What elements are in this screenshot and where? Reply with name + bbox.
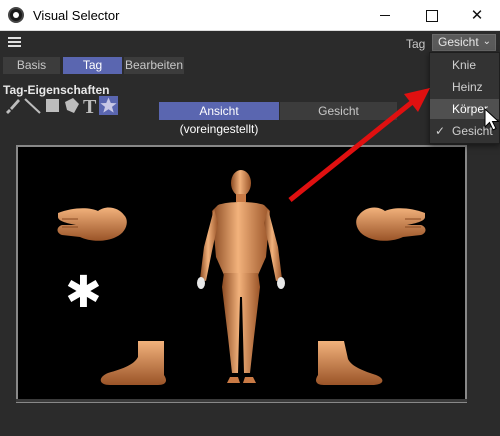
polygon-icon[interactable] — [62, 96, 81, 115]
tag-label: Tag — [406, 37, 426, 51]
text-icon[interactable]: T — [81, 96, 100, 118]
dropdown-item-label: Heinz — [452, 80, 483, 94]
view-face-button[interactable]: Gesicht — [280, 102, 397, 120]
checkmark-icon: ✓ — [435, 124, 446, 138]
dropdown-item-knie[interactable]: Knie — [430, 55, 499, 75]
title-bar: Visual Selector ✕ — [0, 0, 500, 31]
tab-bearbeiten[interactable]: Bearbeiten — [124, 57, 184, 74]
text-icon-glyph: T — [83, 96, 97, 115]
square-icon[interactable] — [43, 96, 62, 115]
right-hand-region[interactable] — [356, 207, 426, 241]
tag-select[interactable]: Gesicht ⌄ — [432, 34, 496, 51]
chevron-down-icon: ⌄ — [482, 36, 491, 47]
plugin-panel: Tag Gesicht ⌄ Basis Tag Bearbeiten Tag-E… — [0, 31, 500, 436]
body-map-canvas[interactable]: ✱ — [16, 145, 467, 403]
canvas-resize-bar[interactable] — [16, 399, 467, 402]
hamburger-menu-icon[interactable] — [8, 37, 21, 48]
line-icon[interactable] — [23, 96, 42, 115]
close-button[interactable]: ✕ — [454, 0, 500, 31]
full-body-figure[interactable] — [197, 170, 285, 383]
cinema4d-app-icon — [8, 7, 24, 23]
drawing-toolbar: T — [3, 96, 123, 118]
right-foot-region[interactable] — [316, 341, 383, 385]
mouse-cursor-icon — [484, 108, 500, 131]
tag-select-value: Gesicht — [438, 35, 479, 49]
tab-tag[interactable]: Tag — [63, 57, 122, 74]
dropdown-item-label: Knie — [452, 58, 477, 72]
dropdown-item-heinz[interactable]: Heinz — [430, 77, 499, 97]
dropdown-item-label: Körper — [452, 102, 489, 116]
section-title: Tag-Eigenschaften — [3, 83, 110, 97]
maximize-button[interactable] — [408, 0, 454, 31]
minimize-button[interactable] — [362, 0, 408, 31]
left-hand-region[interactable] — [57, 207, 127, 241]
window-title: Visual Selector — [33, 8, 120, 23]
brush-icon[interactable] — [3, 96, 22, 115]
view-default-button[interactable]: Ansicht (voreingestellt) — [159, 102, 279, 136]
asterisk-marker-icon[interactable]: ✱ — [65, 271, 102, 315]
star-icon[interactable] — [99, 96, 118, 115]
tab-basis[interactable]: Basis — [3, 57, 60, 74]
left-foot-region[interactable] — [100, 341, 166, 385]
